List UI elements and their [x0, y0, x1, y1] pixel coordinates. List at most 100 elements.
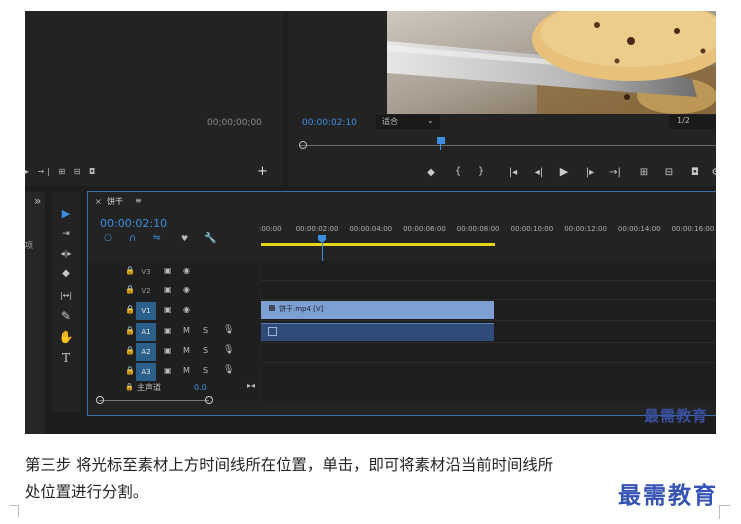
lane-divider: [261, 280, 716, 281]
wrench-icon[interactable]: 🔧: [204, 233, 216, 244]
lift-icon[interactable]: ⊞: [637, 167, 651, 179]
nest-sequence-icon[interactable]: ⎔: [104, 234, 112, 244]
pen-tool-icon[interactable]: ✎: [55, 307, 77, 325]
settings-icon[interactable]: ⚙: [709, 167, 716, 179]
playhead-line: [440, 144, 441, 150]
video-clip[interactable]: 饼干.mp4 [V]: [261, 301, 494, 319]
lock-icon[interactable]: 🔒: [125, 305, 135, 314]
eye-icon[interactable]: ◉: [183, 305, 190, 314]
play-icon[interactable]: ▶: [557, 166, 571, 178]
hamburger-menu-icon[interactable]: ≡: [135, 196, 142, 205]
sync-lock-icon[interactable]: ▣: [164, 266, 172, 275]
track-target[interactable]: V3: [136, 263, 156, 281]
sync-lock-icon[interactable]: ▣: [164, 305, 172, 314]
step-back-icon[interactable]: ◂|: [532, 167, 546, 179]
track-header-v2: 🔒 V2 ▣ ◉: [90, 282, 260, 300]
track-header-a1: 🔒 A1 ▣ M S 🎙: [90, 323, 260, 341]
ripple-edit-tool-icon[interactable]: ◂|▸: [55, 245, 77, 263]
ruler-tick-label: 00:00:02:00: [295, 225, 339, 233]
ruler-tick-label: 00:00:06:00: [403, 225, 446, 233]
lane-divider: [261, 362, 716, 363]
sync-lock-icon[interactable]: ▣: [164, 326, 172, 335]
go-to-out-icon[interactable]: →|: [608, 167, 622, 179]
watermark-small: 最需教育: [644, 407, 709, 425]
timeline-timecode[interactable]: 00:00:02:10: [100, 217, 167, 230]
source-transport-icons[interactable]: ▸ →| ⊞ ⊟ ◘: [25, 167, 98, 176]
work-area-bar[interactable]: [261, 243, 495, 246]
microphone-icon[interactable]: 🎙: [223, 325, 234, 335]
razor-tool-icon[interactable]: ◆: [55, 265, 77, 283]
go-to-end-icon[interactable]: ▸◂: [247, 381, 255, 390]
sync-lock-icon[interactable]: ▣: [164, 285, 172, 294]
hand-tool-icon[interactable]: ✋: [55, 328, 77, 346]
timeline-tab-title[interactable]: 饼干: [107, 196, 123, 207]
corner-mark: [719, 505, 720, 519]
program-scrub-bar[interactable]: [299, 137, 716, 150]
ruler-tick-label: 00:00:12:00: [564, 225, 607, 233]
export-frame-icon[interactable]: ◘: [688, 167, 702, 179]
track-target[interactable]: A3: [136, 363, 156, 381]
step-forward-icon[interactable]: |▸: [583, 167, 597, 179]
scrub-line: [299, 145, 716, 146]
eye-icon[interactable]: ◉: [183, 285, 190, 294]
video-frame: [387, 11, 716, 114]
resolution-dropdown[interactable]: 1/2: [669, 115, 716, 129]
mark-in-button[interactable]: {: [451, 166, 465, 178]
lock-icon[interactable]: 🔒: [125, 266, 135, 275]
corner-mark: [720, 505, 730, 506]
extract-icon[interactable]: ⊟: [662, 167, 676, 179]
mark-out-button[interactable]: }: [474, 166, 488, 178]
eye-icon[interactable]: ◉: [183, 266, 190, 275]
source-panel: 00;00;00;00 ▸ →| ⊞ ⊟ ◘ +: [25, 11, 283, 186]
panel-overflow-chevron[interactable]: »: [34, 194, 41, 208]
add-button[interactable]: +: [257, 164, 268, 179]
mute-button[interactable]: M: [183, 366, 190, 375]
caption-line-1: 第三步 将光标至素材上方时间线所在位置，单击，即可将素材沿当前时间线所: [25, 456, 554, 474]
zoom-handle-right[interactable]: [205, 396, 213, 404]
lock-icon[interactable]: 🔒: [125, 285, 135, 294]
program-timecode: 00:00:02:10: [302, 118, 357, 128]
track-target[interactable]: V2: [136, 282, 156, 300]
lock-icon[interactable]: 🔒: [125, 326, 135, 335]
zoom-scrollbar[interactable]: [99, 400, 209, 401]
type-tool-icon[interactable]: T: [55, 349, 77, 367]
solo-button[interactable]: S: [203, 366, 208, 375]
playhead-icon[interactable]: [437, 137, 445, 144]
sync-lock-icon[interactable]: ▣: [164, 346, 172, 355]
zoom-handle-left[interactable]: [96, 396, 104, 404]
lock-icon[interactable]: 🔒: [125, 346, 135, 355]
mute-button[interactable]: M: [183, 346, 190, 355]
master-volume-value[interactable]: 0.0: [194, 383, 207, 392]
solo-button[interactable]: S: [203, 346, 208, 355]
audio-clip[interactable]: [261, 323, 494, 341]
linked-selection-icon[interactable]: ⇋: [153, 233, 161, 243]
track-target[interactable]: A1: [136, 323, 156, 341]
scrub-start-handle[interactable]: [299, 141, 307, 149]
fit-dropdown[interactable]: 适合 ⌄: [376, 115, 440, 129]
sync-lock-icon[interactable]: ▣: [164, 366, 172, 375]
selection-tool-icon[interactable]: ▶: [55, 205, 77, 223]
close-tab-icon[interactable]: ×: [95, 197, 102, 206]
add-marker-icon[interactable]: ◆: [424, 167, 438, 179]
lock-icon[interactable]: 🔒: [125, 383, 134, 391]
lane-divider: [261, 342, 716, 343]
microphone-icon[interactable]: 🎙: [223, 345, 234, 355]
track-target[interactable]: V1: [136, 302, 156, 320]
go-to-in-icon[interactable]: |◂: [506, 167, 520, 179]
ruler-tick-label: 00:00:16:00: [671, 225, 715, 233]
fit-dropdown-label: 适合: [382, 117, 398, 126]
chevron-down-icon: ⌄: [427, 116, 434, 125]
caption-text: 第三步 将光标至素材上方时间线所在位置，单击，即可将素材沿当前时间线所 处位置进…: [25, 452, 553, 506]
microphone-icon[interactable]: 🎙: [223, 365, 234, 375]
ruler-tick-label: :00:00: [259, 225, 282, 233]
snap-icon[interactable]: ∩: [129, 233, 136, 244]
ruler-tick-label: 00:00:08:00: [456, 225, 500, 233]
solo-button[interactable]: S: [203, 326, 208, 335]
mute-button[interactable]: M: [183, 326, 190, 335]
track-target[interactable]: A2: [136, 343, 156, 361]
add-marker-timeline-icon[interactable]: ♥: [181, 234, 188, 243]
slip-tool-icon[interactable]: |↔|: [55, 287, 77, 305]
lock-icon[interactable]: 🔒: [125, 366, 135, 375]
track-select-tool-icon[interactable]: ⇥: [55, 225, 77, 243]
track-header-a3: 🔒 A3 ▣ M S 🎙: [90, 363, 260, 381]
